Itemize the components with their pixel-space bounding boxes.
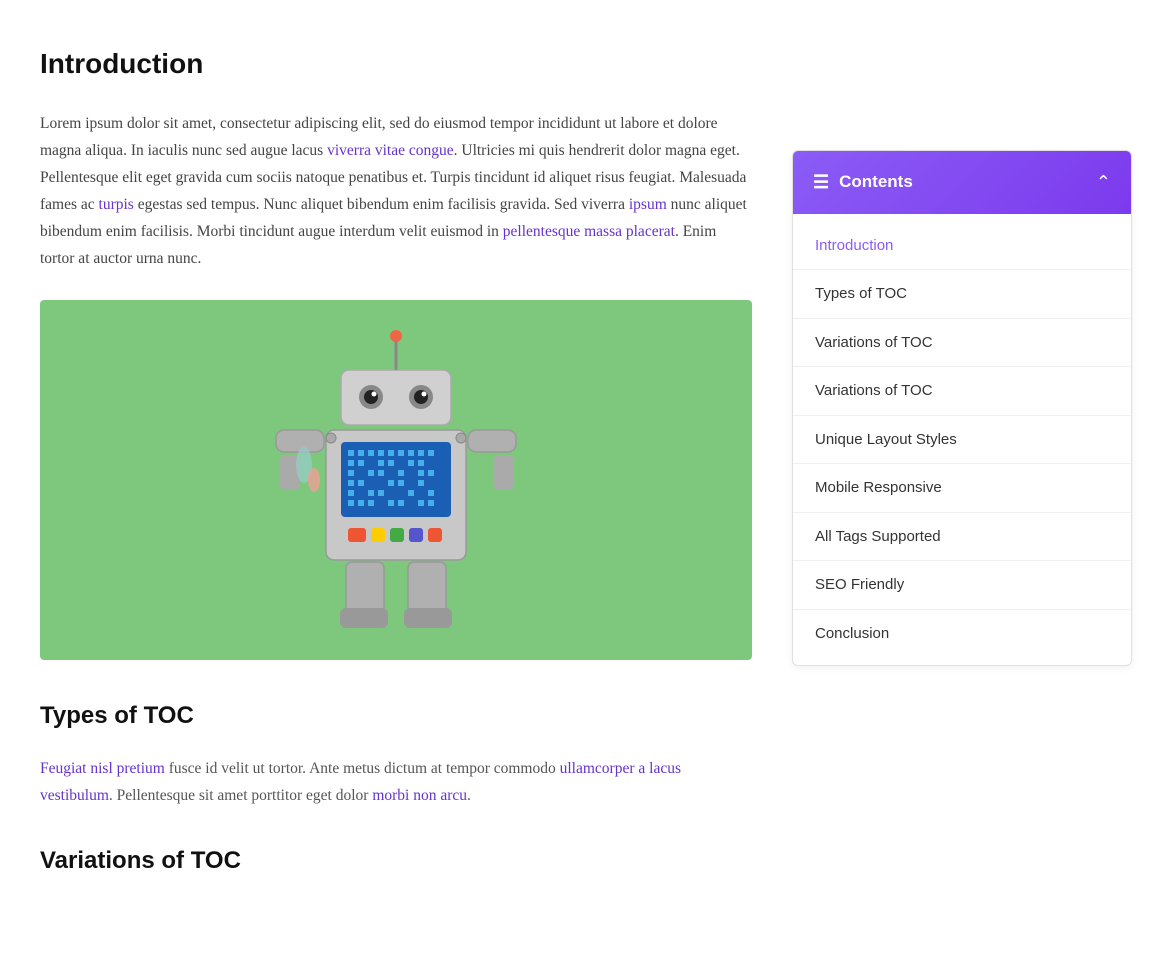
toc-item-conclusion[interactable]: Conclusion <box>793 610 1131 658</box>
toc-header-label: Contents <box>839 168 913 197</box>
article-heading: Introduction <box>40 40 752 88</box>
toc-item-variations-of-toc-2[interactable]: Variations of TOC <box>793 367 1131 416</box>
chevron-up-icon: ⌃ <box>1096 167 1111 198</box>
toc-header[interactable]: ☰ Contents ⌃ <box>793 151 1131 214</box>
section1-heading: Types of TOC <box>40 696 752 737</box>
toc-item-all-tags-supported[interactable]: All Tags Supported <box>793 513 1131 562</box>
page-wrapper: Introduction Lorem ipsum dolor sit amet,… <box>0 0 1172 960</box>
main-content: Introduction Lorem ipsum dolor sit amet,… <box>40 40 752 900</box>
toc-item-mobile-responsive[interactable]: Mobile Responsive <box>793 464 1131 513</box>
toc-item-variations-of-toc-1[interactable]: Variations of TOC <box>793 319 1131 368</box>
robot-svg <box>236 310 556 650</box>
toc-widget: ☰ Contents ⌃ Introduction Types of TOC V… <box>792 150 1132 666</box>
toc-item-types-of-toc[interactable]: Types of TOC <box>793 270 1131 319</box>
toc-items: Introduction Types of TOC Variations of … <box>793 214 1131 666</box>
toc-item-unique-layout-styles[interactable]: Unique Layout Styles <box>793 416 1131 465</box>
article-body: Lorem ipsum dolor sit amet, consectetur … <box>40 110 752 273</box>
article-image <box>40 300 752 660</box>
robot-illustration <box>40 300 752 660</box>
toc-list-icon: ☰ <box>813 167 829 198</box>
section2-heading: Variations of TOC <box>40 841 752 882</box>
toc-item-introduction[interactable]: Introduction <box>793 222 1131 271</box>
toc-item-seo-friendly[interactable]: SEO Friendly <box>793 561 1131 610</box>
section1-body: Feugiat nisl pretium fusce id velit ut t… <box>40 755 752 809</box>
toc-header-left: ☰ Contents <box>813 167 913 198</box>
sidebar: ☰ Contents ⌃ Introduction Types of TOC V… <box>792 40 1132 900</box>
